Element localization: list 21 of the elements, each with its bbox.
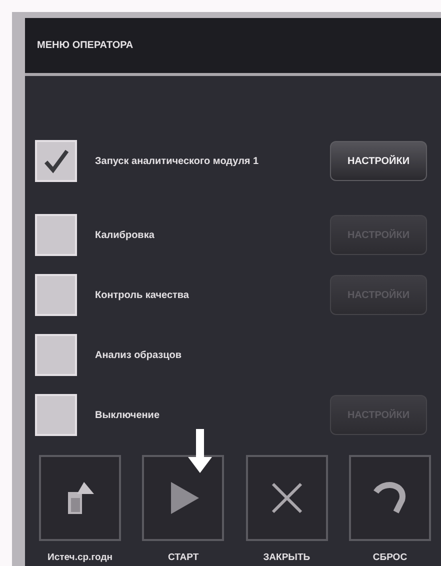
action-label: СТАРТ [168, 551, 199, 565]
item-label: Калибровка [95, 228, 156, 242]
item-label: Запуск аналитического модуля 1 [95, 154, 260, 168]
action-button[interactable] [348, 455, 431, 541]
action-button[interactable] [246, 455, 328, 541]
action-label: Истеч.ср.годн [48, 551, 112, 565]
item-label: Анализ образцов [95, 348, 183, 362]
action-button[interactable] [142, 455, 224, 541]
action-label: ЗАКРЫТЬ [263, 551, 310, 565]
item-label: Контроль качества [95, 288, 190, 302]
action-button[interactable] [39, 455, 121, 541]
checkbox[interactable] [35, 140, 77, 182]
checkbox[interactable] [35, 394, 77, 436]
checkmark-icon [43, 148, 69, 174]
settings-button[interactable]: НАСТРОЙКИ [330, 141, 427, 181]
checkbox[interactable] [35, 274, 77, 316]
checkbox[interactable] [35, 334, 77, 376]
item-label: Выключение [95, 408, 161, 422]
window-title: МЕНЮ ОПЕРАТОРА [37, 39, 134, 53]
action-label: СБРОС [372, 551, 408, 565]
checkbox[interactable] [35, 214, 77, 256]
